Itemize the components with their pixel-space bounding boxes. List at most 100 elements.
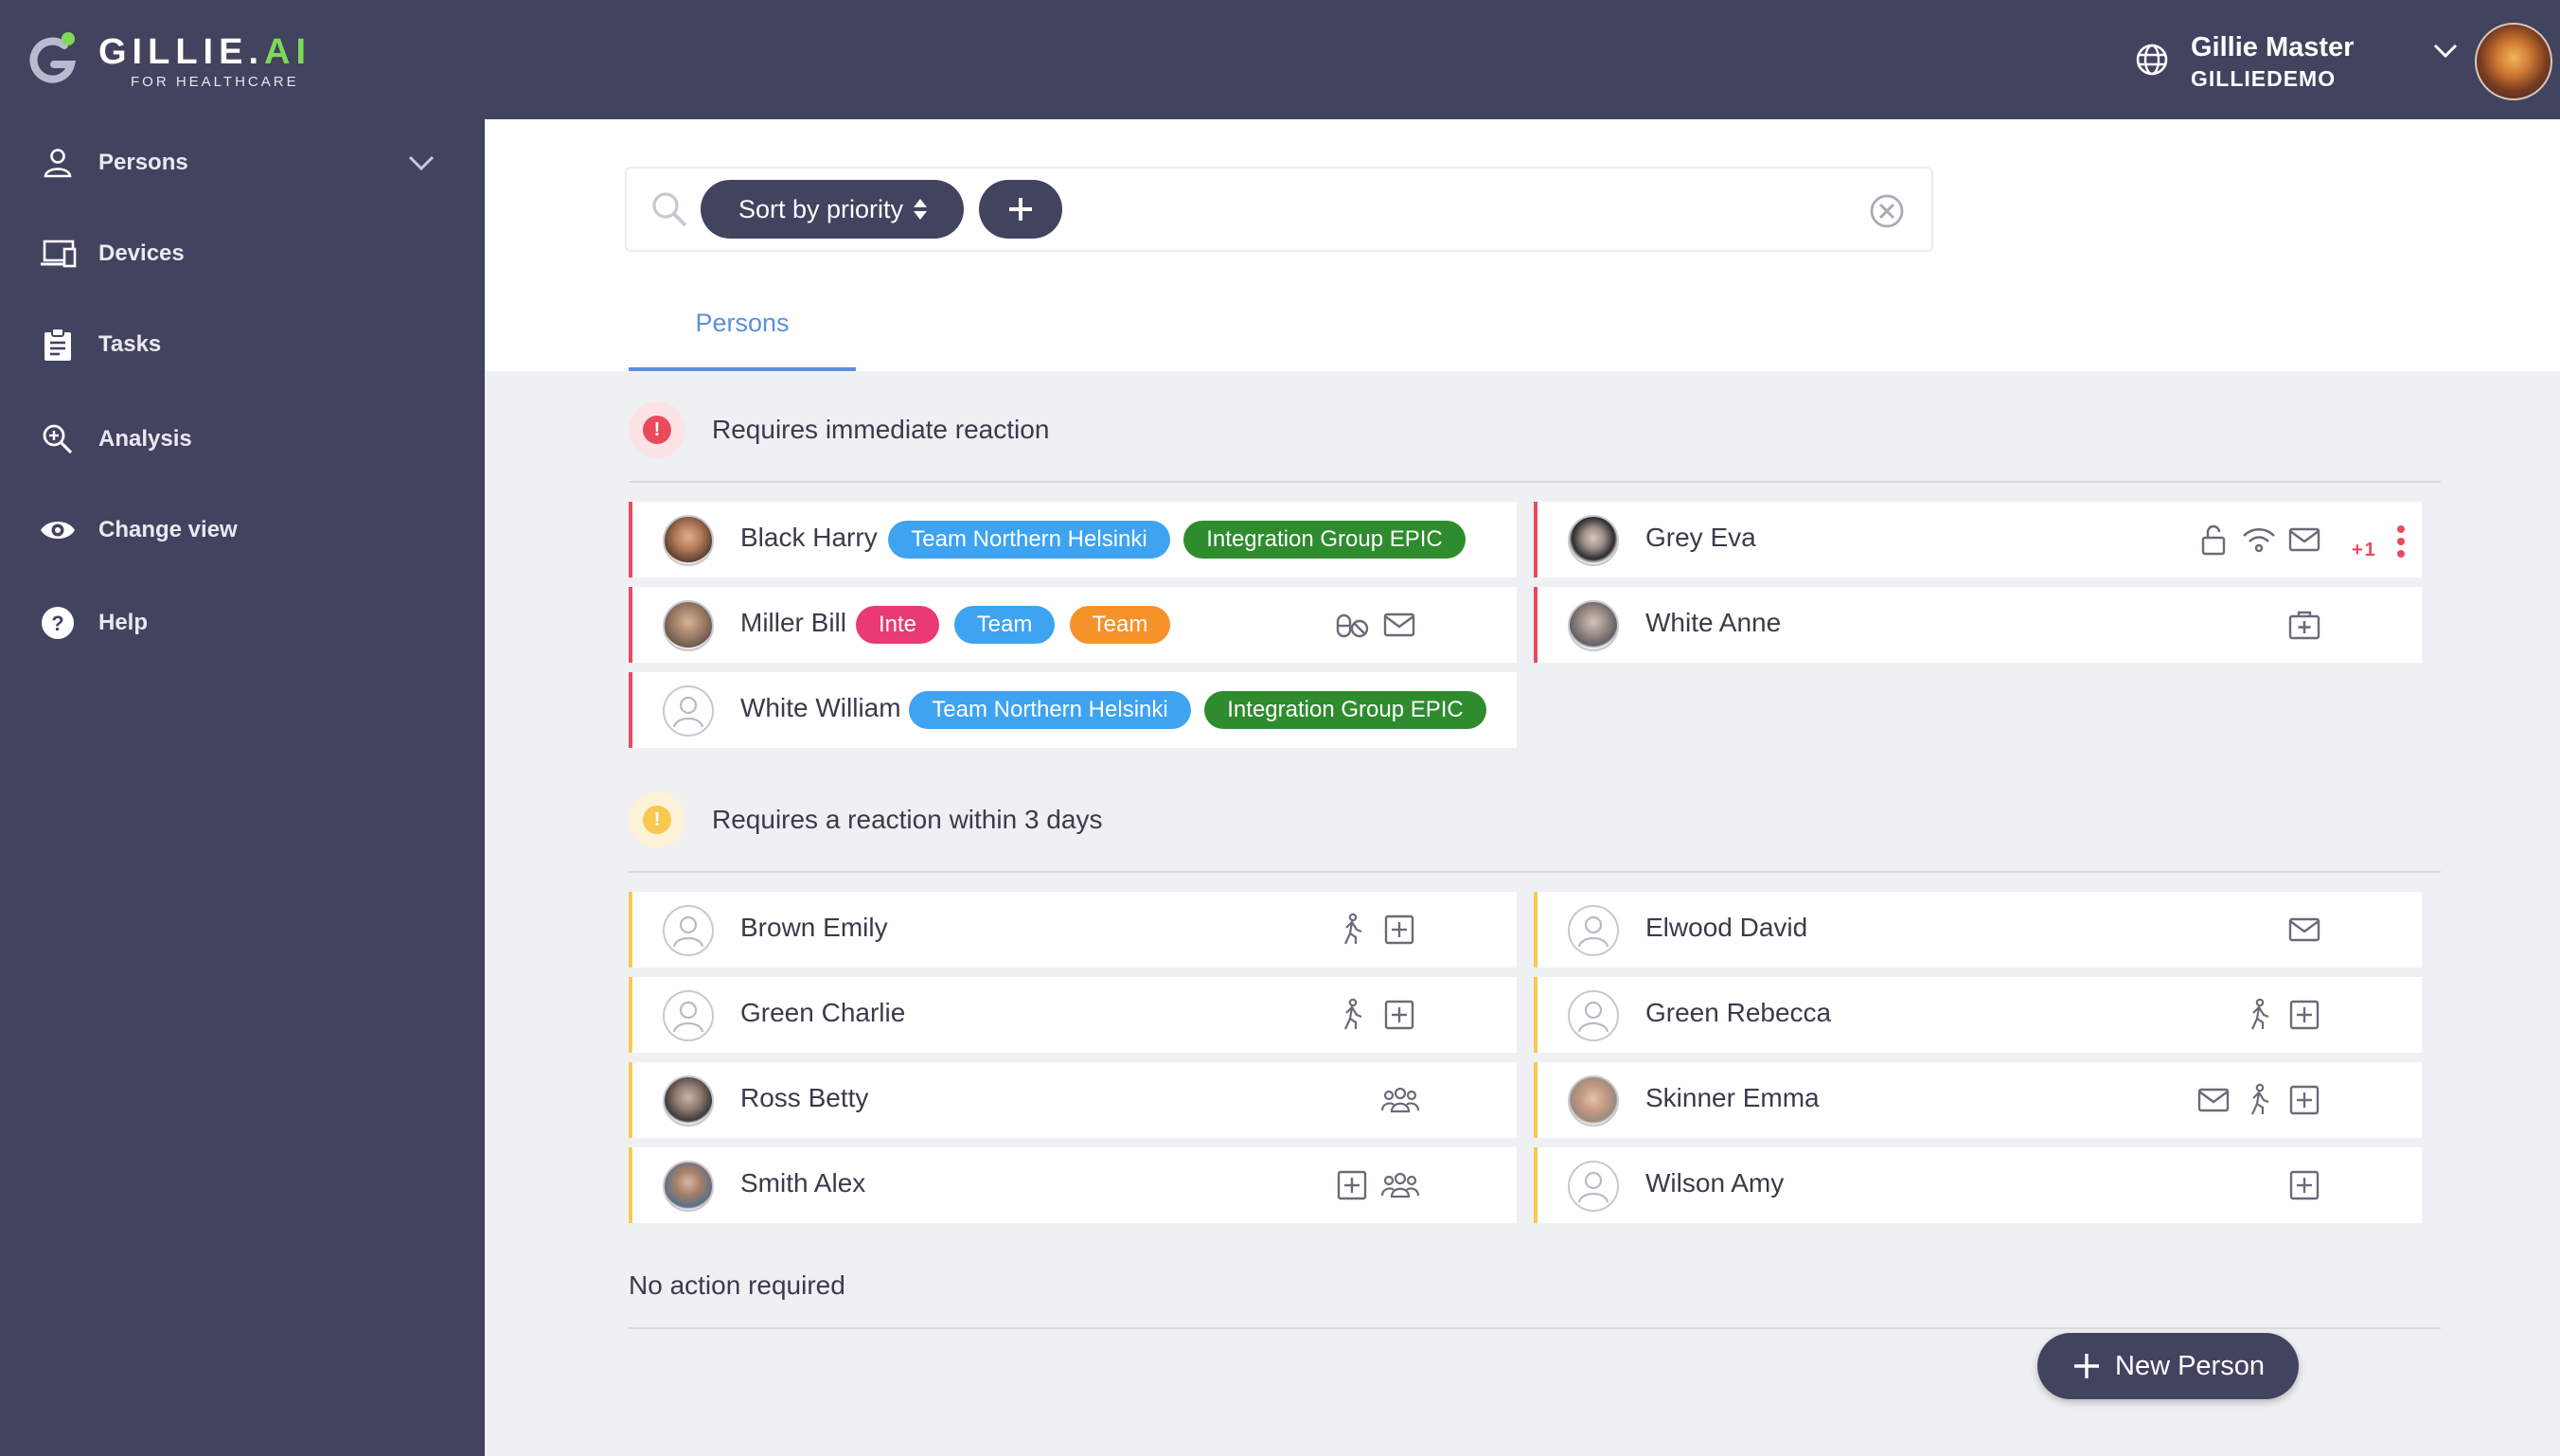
- person-card-white-william[interactable]: White William Team Northern Helsinki Int…: [629, 672, 1517, 748]
- section-title: Requires immediate reaction: [712, 415, 1050, 444]
- group-tag[interactable]: Integration Group EPIC: [1204, 691, 1486, 729]
- medical-kit-icon: [2288, 611, 2320, 640]
- person-card-smith-alex[interactable]: Smith Alex: [629, 1147, 1517, 1223]
- person-name: White Anne: [1645, 608, 1782, 637]
- search-filter-bar[interactable]: Sort by priority: [625, 167, 1933, 252]
- person-name: Black Harry: [740, 523, 878, 552]
- plus-box-icon: [2289, 1085, 2320, 1115]
- avatar: [1568, 600, 1619, 651]
- tab-persons[interactable]: Persons: [629, 301, 856, 371]
- new-person-button[interactable]: New Person: [2037, 1333, 2299, 1399]
- avatar: [663, 990, 714, 1041]
- team-tag[interactable]: Team Northern Helsinki: [888, 521, 1170, 559]
- clear-search-icon[interactable]: [1869, 193, 1905, 229]
- avatar: [663, 905, 714, 956]
- group-icon: [1380, 1087, 1420, 1113]
- lock-icon: [2201, 524, 2226, 556]
- default-avatar-icon: [672, 696, 704, 728]
- user-avatar[interactable]: [2475, 23, 2552, 100]
- devices-icon: [38, 234, 78, 274]
- sidebar-item-persons[interactable]: Persons: [38, 134, 436, 191]
- search-icon[interactable]: [649, 189, 689, 229]
- team-tag[interactable]: Team: [954, 606, 1055, 644]
- person-name: Grey Eva: [1645, 523, 1756, 552]
- person-card-brown-emily[interactable]: Brown Emily: [629, 892, 1517, 968]
- plus-icon: [2074, 1354, 2100, 1378]
- person-name: Elwood David: [1645, 913, 1808, 942]
- sort-arrows-icon: [914, 199, 928, 220]
- person-name: Brown Emily: [740, 913, 888, 942]
- mail-icon: [1383, 613, 1415, 637]
- default-avatar-icon: [672, 1001, 704, 1033]
- sidebar-item-label: Help: [98, 610, 149, 635]
- walking-icon: [2250, 1083, 2269, 1115]
- sidebar-item-label: Analysis: [98, 426, 192, 452]
- person-card-green-charlie[interactable]: Green Charlie: [629, 977, 1517, 1053]
- person-card-green-rebecca[interactable]: Green Rebecca: [1534, 977, 2422, 1053]
- group-tag[interactable]: Integration Group EPIC: [1183, 521, 1466, 559]
- priority-high-badge: !: [629, 401, 685, 458]
- person-card-miller-bill[interactable]: Miller Bill Inte Team Team: [629, 587, 1517, 663]
- gillie-logo[interactable]: GILLIE.AI FOR HEALTHCARE: [25, 27, 306, 95]
- avatar: [663, 1075, 714, 1127]
- sidebar-item-label: Change view: [98, 517, 238, 542]
- sidebar-item-analysis[interactable]: Analysis: [38, 411, 436, 468]
- more-count-badge[interactable]: +1: [2352, 540, 2377, 561]
- sidebar-item-label: Devices: [98, 240, 185, 266]
- person-card-grey-eva[interactable]: Grey Eva +1: [1534, 502, 2422, 577]
- avatar: [663, 1161, 714, 1212]
- team-tag[interactable]: Team: [1070, 606, 1170, 644]
- default-avatar-icon: [1577, 1001, 1609, 1033]
- sidebar-item-tasks[interactable]: Tasks: [38, 316, 436, 373]
- sidebar-item-change-view[interactable]: Change view: [38, 502, 436, 559]
- plus-box-icon: [1337, 1170, 1367, 1200]
- pills-icon: [1336, 613, 1369, 638]
- team-tag[interactable]: Team Northern Helsinki: [909, 691, 1191, 729]
- logo-subtitle: FOR HEALTHCARE: [131, 74, 299, 90]
- mail-icon: [2288, 917, 2320, 942]
- default-avatar-icon: [1577, 1171, 1609, 1203]
- plus-box-icon: [1384, 914, 1414, 945]
- group-icon: [1380, 1172, 1420, 1199]
- person-name: White William: [740, 693, 901, 722]
- avatar: [1568, 1161, 1619, 1212]
- person-name: Skinner Emma: [1645, 1083, 1820, 1112]
- plus-box-icon: [2289, 1000, 2320, 1030]
- chevron-down-icon[interactable]: [2431, 40, 2460, 61]
- person-icon: [38, 143, 78, 183]
- user-organization: GILLIEDEMO: [2191, 66, 2337, 91]
- wifi-icon: [2243, 528, 2275, 553]
- alert-icon: !: [643, 416, 671, 444]
- sidebar-item-devices[interactable]: Devices: [38, 225, 436, 282]
- avatar: [1568, 990, 1619, 1041]
- person-card-white-anne[interactable]: White Anne: [1534, 587, 2422, 663]
- person-name: Wilson Amy: [1645, 1168, 1785, 1198]
- avatar: [663, 515, 714, 566]
- sort-by-priority-button[interactable]: Sort by priority: [701, 180, 964, 239]
- kebab-menu-icon[interactable]: [2395, 524, 2407, 559]
- alert-icon: !: [643, 806, 671, 834]
- person-card-ross-betty[interactable]: Ross Betty: [629, 1062, 1517, 1138]
- section-divider: [629, 871, 2441, 873]
- section-title: Requires a reaction within 3 days: [712, 805, 1103, 834]
- person-card-wilson-amy[interactable]: Wilson Amy: [1534, 1147, 2422, 1223]
- sidebar-item-help[interactable]: ? Help: [38, 595, 436, 651]
- sidebar-item-label: Persons: [98, 150, 188, 175]
- person-card-black-harry[interactable]: Black Harry Team Northern Helsinki Integ…: [629, 502, 1517, 577]
- person-card-skinner-emma[interactable]: Skinner Emma: [1534, 1062, 2422, 1138]
- section-divider: [629, 481, 2441, 483]
- logo-mark-icon: [29, 32, 77, 83]
- default-avatar-icon: [1577, 915, 1609, 948]
- mail-icon: [2197, 1088, 2230, 1112]
- section-divider: [629, 1327, 2441, 1329]
- language-globe-icon[interactable]: [2134, 42, 2170, 78]
- chevron-down-icon[interactable]: [407, 151, 436, 174]
- walking-icon: [2250, 998, 2269, 1030]
- group-tag[interactable]: Inte: [856, 606, 939, 644]
- person-card-elwood-david[interactable]: Elwood David: [1534, 892, 2422, 968]
- plus-box-icon: [2289, 1170, 2320, 1200]
- add-filter-button[interactable]: [979, 180, 1062, 239]
- section-no-action-title: No action required: [629, 1270, 845, 1300]
- user-name[interactable]: Gillie Master: [2191, 32, 2354, 63]
- plus-icon: [1009, 198, 1032, 221]
